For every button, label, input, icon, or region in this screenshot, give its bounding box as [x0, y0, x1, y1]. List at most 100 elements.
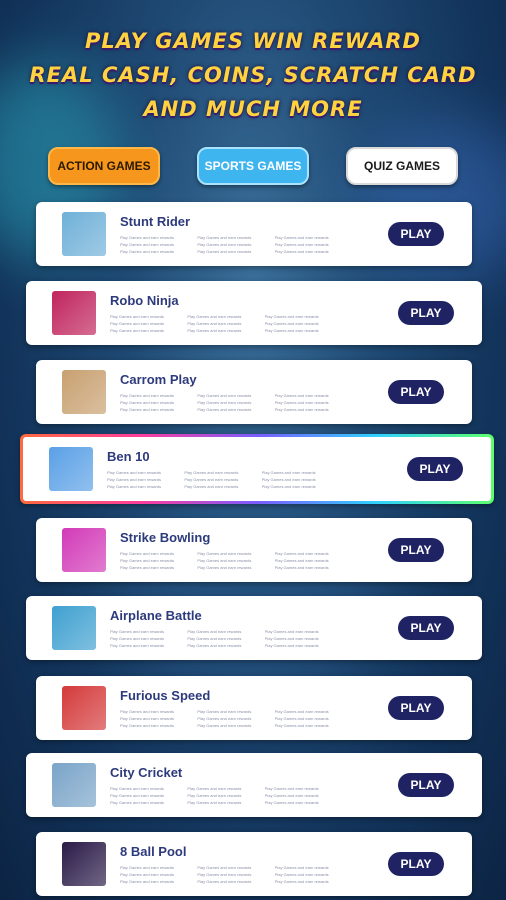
- game-title: Ben 10: [107, 449, 150, 464]
- description-text: Play Games and earn rewards: [274, 565, 329, 570]
- description-text: Play Games and earn rewards: [120, 879, 175, 884]
- game-description: Play Games and earn rewards Play Games an…: [107, 469, 339, 490]
- promo-line-1: PLAY GAMES WIN REWARD: [85, 29, 421, 53]
- airplane-thumb: [52, 606, 96, 650]
- play-button[interactable]: PLAY: [407, 457, 463, 481]
- description-text: Play Games and earn rewards: [184, 470, 239, 475]
- game-card[interactable]: Stunt Rider Play Games and earn rewards Pl…: [36, 202, 472, 266]
- description-text: Play Games and earn rewards: [187, 328, 242, 333]
- description-text: Play Games and earn rewards: [120, 242, 175, 247]
- description-text: Play Games and earn rewards: [197, 565, 252, 570]
- description-text: Play Games and earn rewards: [274, 716, 329, 721]
- game-card[interactable]: Robo Ninja Play Games and earn rewards Pla…: [26, 281, 482, 345]
- description-text: Play Games and earn rewards: [110, 786, 165, 791]
- description-text: Play Games and earn rewards: [264, 636, 319, 641]
- game-description: Play Games and earn rewards Play Games an…: [120, 234, 352, 255]
- ben10-thumb: [49, 447, 93, 491]
- description-text: Play Games and earn rewards: [274, 235, 329, 240]
- game-card[interactable]: Strike Bowling Play Games and earn reward…: [36, 518, 472, 582]
- description-text: Play Games and earn rewards: [120, 872, 175, 877]
- tab-quiz-games[interactable]: QUIZ GAMES: [346, 147, 458, 185]
- play-button[interactable]: PLAY: [398, 773, 454, 797]
- play-button[interactable]: PLAY: [388, 380, 444, 404]
- description-text: Play Games and earn rewards: [274, 872, 329, 877]
- game-card[interactable]: Furious Speed Play Games and earn rewards…: [36, 676, 472, 740]
- tab-sports-games[interactable]: SPORTS GAMES: [197, 147, 309, 185]
- description-text: Play Games and earn rewards: [184, 477, 239, 482]
- description-text: Play Games and earn rewards: [261, 470, 316, 475]
- description-text: Play Games and earn rewards: [197, 393, 252, 398]
- description-text: Play Games and earn rewards: [187, 636, 242, 641]
- description-text: Play Games and earn rewards: [274, 249, 329, 254]
- game-card[interactable]: City Cricket Play Games and earn rewards P…: [26, 753, 482, 817]
- description-text: Play Games and earn rewards: [120, 865, 175, 870]
- description-text: Play Games and earn rewards: [110, 314, 165, 319]
- description-text: Play Games and earn rewards: [120, 716, 175, 721]
- robo-ninja-thumb: [52, 291, 96, 335]
- play-button[interactable]: PLAY: [398, 616, 454, 640]
- description-text: Play Games and earn rewards: [107, 477, 162, 482]
- description-text: Play Games and earn rewards: [274, 709, 329, 714]
- tab-action-games[interactable]: ACTION GAMES: [48, 147, 160, 185]
- description-text: Play Games and earn rewards: [197, 242, 252, 247]
- description-text: Play Games and earn rewards: [274, 551, 329, 556]
- game-description: Play Games and earn rewards Play Games an…: [110, 313, 342, 334]
- speed-thumb: [62, 686, 106, 730]
- promo-header: PLAY GAMES WIN REWARD REAL CASH, COINS, …: [0, 24, 506, 126]
- description-text: Play Games and earn rewards: [197, 709, 252, 714]
- description-text: Play Games and earn rewards: [120, 565, 175, 570]
- description-text: Play Games and earn rewards: [120, 400, 175, 405]
- play-button[interactable]: PLAY: [388, 538, 444, 562]
- description-text: Play Games and earn rewards: [120, 723, 175, 728]
- description-text: Play Games and earn rewards: [187, 793, 242, 798]
- description-text: Play Games and earn rewards: [264, 314, 319, 319]
- play-button[interactable]: PLAY: [388, 852, 444, 876]
- description-text: Play Games and earn rewards: [120, 709, 175, 714]
- description-text: Play Games and earn rewards: [120, 393, 175, 398]
- description-text: Play Games and earn rewards: [261, 477, 316, 482]
- description-text: Play Games and earn rewards: [187, 786, 242, 791]
- game-title: 8 Ball Pool: [120, 844, 187, 859]
- description-text: Play Games and earn rewards: [197, 235, 252, 240]
- description-text: Play Games and earn rewards: [197, 551, 252, 556]
- game-title: Stunt Rider: [120, 214, 191, 229]
- description-text: Play Games and earn rewards: [187, 800, 242, 805]
- description-text: Play Games and earn rewards: [197, 723, 252, 728]
- game-card[interactable]: Airplane Battle Play Games and earn rewar…: [26, 596, 482, 660]
- description-text: Play Games and earn rewards: [187, 643, 242, 648]
- description-text: Play Games and earn rewards: [274, 865, 329, 870]
- description-text: Play Games and earn rewards: [107, 470, 162, 475]
- game-card[interactable]: 8 Ball Pool Play Games and earn rewards Pl…: [36, 832, 472, 896]
- game-card[interactable]: Carrom Play Play Games and earn rewards Pl…: [36, 360, 472, 424]
- description-text: Play Games and earn rewards: [184, 484, 239, 489]
- description-text: Play Games and earn rewards: [264, 786, 319, 791]
- description-text: Play Games and earn rewards: [274, 558, 329, 563]
- description-text: Play Games and earn rewards: [110, 643, 165, 648]
- stunt-rider-thumb: [62, 212, 106, 256]
- description-text: Play Games and earn rewards: [110, 800, 165, 805]
- description-text: Play Games and earn rewards: [120, 235, 175, 240]
- game-description: Play Games and earn rewards Play Games an…: [120, 392, 352, 413]
- description-text: Play Games and earn rewards: [264, 629, 319, 634]
- description-text: Play Games and earn rewards: [197, 879, 252, 884]
- play-button[interactable]: PLAY: [388, 696, 444, 720]
- description-text: Play Games and earn rewards: [187, 314, 242, 319]
- game-title: Robo Ninja: [110, 293, 179, 308]
- game-description: Play Games and earn rewards Play Games an…: [120, 864, 352, 885]
- description-text: Play Games and earn rewards: [197, 400, 252, 405]
- game-description: Play Games and earn rewards Play Games an…: [120, 550, 352, 571]
- bowling-thumb: [62, 528, 106, 572]
- game-title: Airplane Battle: [110, 608, 202, 623]
- game-title: Strike Bowling: [120, 530, 211, 545]
- description-text: Play Games and earn rewards: [274, 407, 329, 412]
- game-card[interactable]: Ben 10 Play Games and earn rewards Play Ga…: [20, 434, 494, 504]
- game-title: Furious Speed: [120, 688, 211, 703]
- description-text: Play Games and earn rewards: [110, 793, 165, 798]
- game-title: Carrom Play: [120, 372, 197, 387]
- carrom-thumb: [62, 370, 106, 414]
- game-description: Play Games and earn rewards Play Games an…: [110, 785, 342, 806]
- play-button[interactable]: PLAY: [398, 301, 454, 325]
- play-button[interactable]: PLAY: [388, 222, 444, 246]
- cricket-thumb: [52, 763, 96, 807]
- description-text: Play Games and earn rewards: [274, 723, 329, 728]
